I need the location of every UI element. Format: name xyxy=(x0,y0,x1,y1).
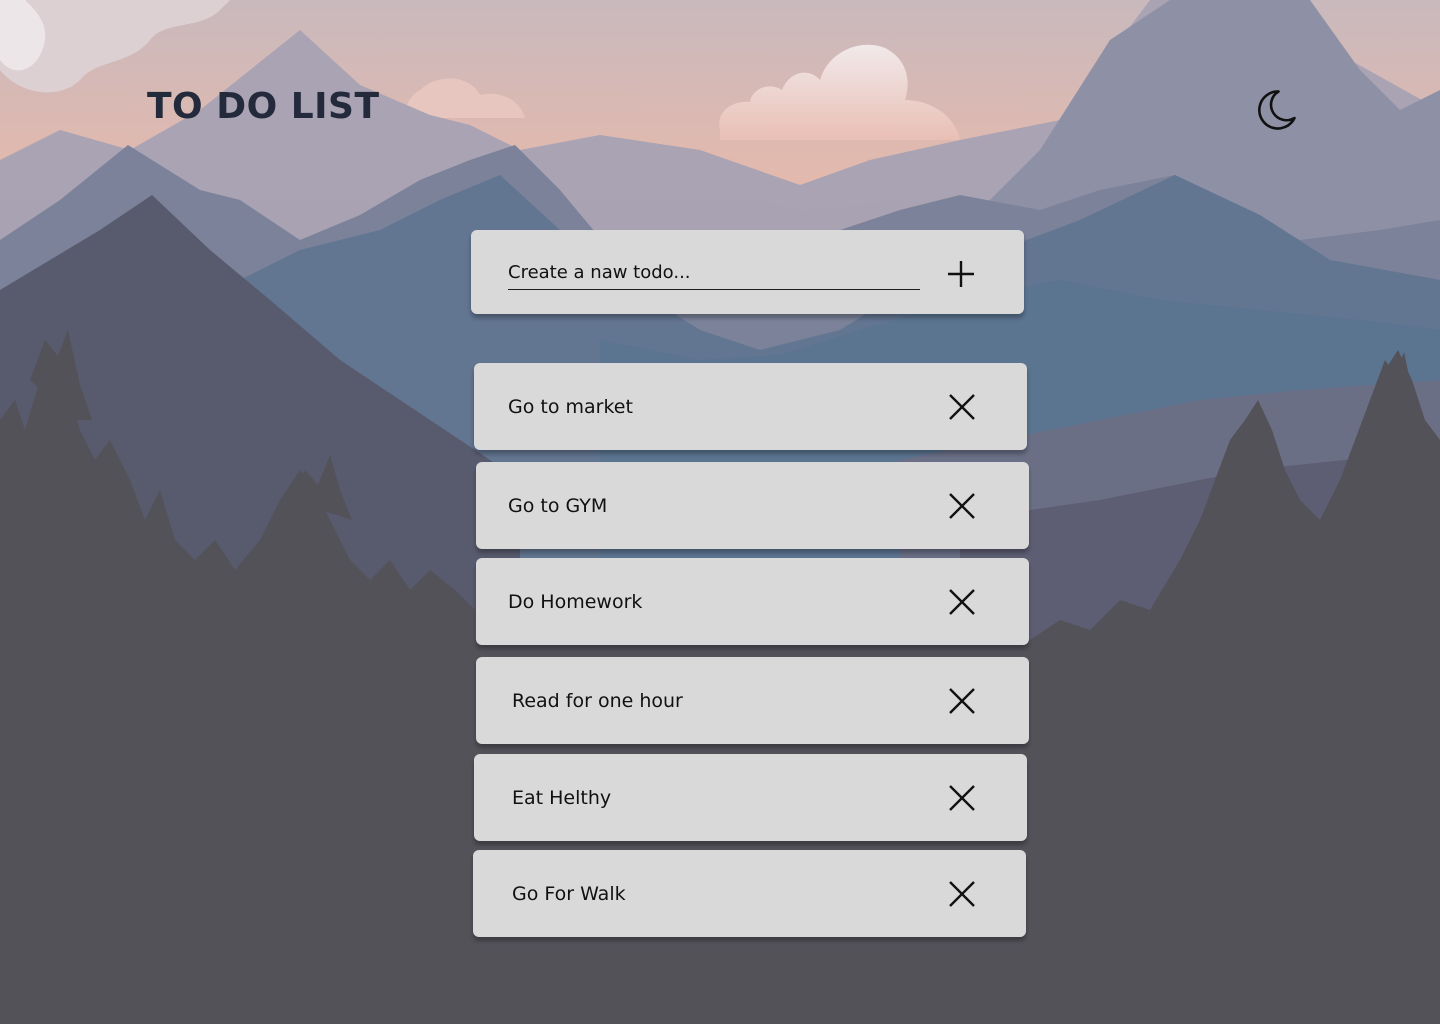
add-todo-button[interactable] xyxy=(943,256,979,292)
todo-label: Go For Walk xyxy=(512,882,626,905)
todo-item: Go to GYM xyxy=(476,462,1029,549)
close-icon xyxy=(949,784,975,811)
todo-label: Do Homework xyxy=(508,590,643,613)
todo-label: Go to GYM xyxy=(508,494,608,517)
close-icon xyxy=(949,687,975,714)
close-icon xyxy=(949,393,975,420)
delete-todo-button[interactable] xyxy=(944,876,980,912)
todo-label: Go to market xyxy=(508,395,633,418)
close-icon xyxy=(949,880,975,907)
page-title: TO DO LIST xyxy=(147,86,380,127)
todo-item: Go to market xyxy=(474,363,1027,450)
delete-todo-button[interactable] xyxy=(944,389,980,425)
delete-todo-button[interactable] xyxy=(944,488,980,524)
todo-item: Do Homework xyxy=(476,558,1029,645)
close-icon xyxy=(949,588,975,615)
theme-toggle-button[interactable] xyxy=(1252,86,1300,134)
moon-icon xyxy=(1258,90,1296,130)
close-icon xyxy=(949,492,975,519)
delete-todo-button[interactable] xyxy=(944,584,980,620)
plus-icon xyxy=(948,261,974,287)
delete-todo-button[interactable] xyxy=(944,683,980,719)
page: TO DO LIST Go to market Go to GYM xyxy=(0,0,1440,1024)
todo-item: Read for one hour xyxy=(476,657,1029,744)
todo-item: Eat Helthy xyxy=(474,754,1027,841)
create-todo-card xyxy=(471,230,1024,314)
delete-todo-button[interactable] xyxy=(944,780,980,816)
todo-label: Read for one hour xyxy=(512,689,683,712)
todo-label: Eat Helthy xyxy=(512,786,612,809)
todo-item: Go For Walk xyxy=(473,850,1026,937)
new-todo-input[interactable] xyxy=(508,256,920,290)
